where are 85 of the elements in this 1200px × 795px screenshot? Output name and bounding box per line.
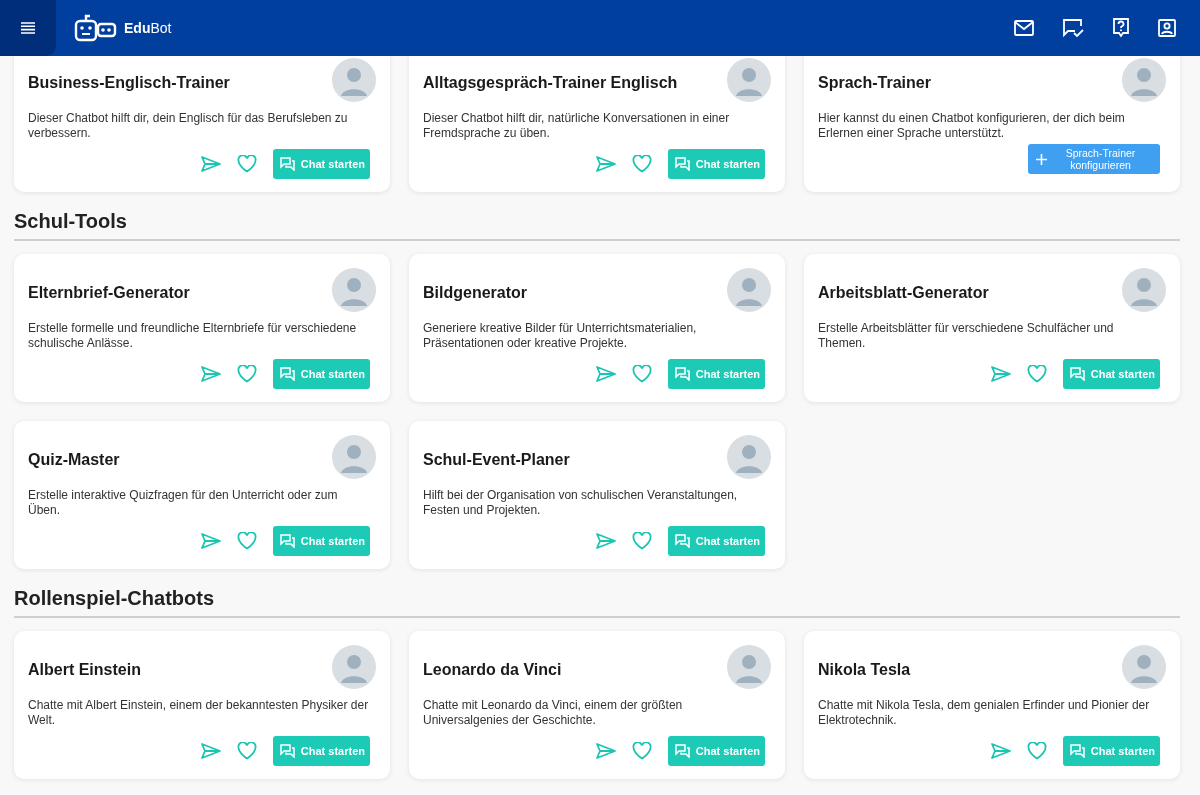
card-title: Alltagsgespräch-Trainer Englisch: [423, 74, 678, 92]
chat-icon: [674, 744, 690, 758]
card-title: Quiz-Master: [28, 451, 120, 469]
send-icon[interactable]: [990, 743, 1011, 759]
card-description: Hier kannst du einen Chatbot konfigurieren, der dich beim Erlernen einer Sprache unterstützt.: [818, 111, 1126, 140]
chat-icon: [279, 744, 295, 758]
heart-icon[interactable]: [631, 532, 652, 550]
avatar-placeholder: [727, 268, 771, 312]
avatar-placeholder: [1122, 645, 1166, 689]
send-icon[interactable]: [595, 156, 616, 172]
avatar-placeholder: [332, 268, 376, 312]
avatar-placeholder: [332, 435, 376, 479]
chat-icon: [1069, 367, 1085, 381]
send-icon[interactable]: [595, 533, 616, 549]
heart-icon[interactable]: [631, 742, 652, 760]
chat-start-button[interactable]: Chat starten: [272, 526, 370, 556]
help-icon[interactable]: [1112, 18, 1130, 38]
avatar-placeholder: [332, 645, 376, 689]
chat-start-button[interactable]: Chat starten: [667, 526, 765, 556]
chat-start-button[interactable]: Chat starten: [1062, 736, 1160, 766]
card-description: Erstelle Arbeitsblätter für verschiedene Schulfächer und Themen.: [818, 321, 1115, 350]
card-title: Arbeitsblatt-Generator: [818, 284, 989, 302]
card-description: Dieser Chatbot hilft dir, natürliche Konversationen in einer Fremdsprache zu üben.: [423, 111, 731, 140]
mail-icon[interactable]: [1014, 20, 1034, 36]
chat-icon: [674, 157, 690, 171]
card-title: Bildgenerator: [423, 284, 527, 302]
menu-button[interactable]: [0, 0, 56, 56]
card-title: Elternbrief-Generator: [28, 284, 190, 302]
avatar-placeholder: [727, 645, 771, 689]
chat-start-button[interactable]: Chat starten: [272, 736, 370, 766]
heart-icon[interactable]: [631, 365, 652, 383]
chat-icon: [279, 367, 295, 381]
avatar-placeholder: [727, 435, 771, 479]
heart-icon[interactable]: [236, 742, 257, 760]
card-title: Business-Englisch-Trainer: [28, 74, 230, 92]
card-description: Chatte mit Leonardo da Vinci, einem der größten Universalgenies der Geschichte.: [423, 698, 684, 727]
avatar-placeholder: [1122, 58, 1166, 102]
chat-icon: [1069, 744, 1085, 758]
card-description: Chatte mit Nikola Tesla, dem genialen Erfinder und Pionier der Elektrotechnik.: [818, 698, 1151, 727]
robot-logo-icon: [74, 13, 118, 43]
card-description: Erstelle formelle und freundliche Elternbriefe für verschiedene schulische Anlässe.: [28, 321, 358, 350]
configure-button[interactable]: Sprach-Trainer konfigurieren: [1028, 144, 1160, 174]
chat-icon: [674, 534, 690, 548]
send-icon[interactable]: [595, 366, 616, 382]
chat-check-icon[interactable]: [1062, 18, 1084, 38]
card-title: Schul-Event-Planer: [423, 451, 570, 469]
card-description: Hilft bei der Organisation von schulischen Veranstaltungen, Festen und Projekten.: [423, 488, 739, 517]
card-title: Leonardo da Vinci: [423, 661, 562, 679]
chat-start-button[interactable]: Chat starten: [667, 149, 765, 179]
card-title: Sprach-Trainer: [818, 74, 931, 92]
avatar-placeholder: [1122, 268, 1166, 312]
chat-start-button[interactable]: Chat starten: [272, 359, 370, 389]
chat-icon: [279, 534, 295, 548]
send-icon[interactable]: [200, 533, 221, 549]
plus-icon: [1036, 153, 1047, 165]
chat-icon: [674, 367, 690, 381]
heart-icon[interactable]: [236, 155, 257, 173]
logo-text: EduBot: [124, 20, 172, 36]
heart-icon[interactable]: [1026, 742, 1047, 760]
heart-icon[interactable]: [236, 532, 257, 550]
chat-start-button[interactable]: Chat starten: [272, 149, 370, 179]
card-description: Dieser Chatbot hilft dir, dein Englisch für das Berufsleben zu verbessern.: [28, 111, 349, 140]
send-icon[interactable]: [990, 366, 1011, 382]
card-title: Albert Einstein: [28, 661, 141, 679]
avatar-placeholder: [727, 58, 771, 102]
chat-start-button[interactable]: Chat starten: [1062, 359, 1160, 389]
heart-icon[interactable]: [631, 155, 652, 173]
heart-icon[interactable]: [236, 365, 257, 383]
card-description: Erstelle interaktive Quizfragen für den Unterricht oder zum Üben.: [28, 488, 339, 517]
card-title: Nikola Tesla: [818, 661, 911, 679]
section-heading: Schul-Tools: [14, 210, 1180, 241]
send-icon[interactable]: [200, 366, 221, 382]
card-description: Chatte mit Albert Einstein, einem der bekanntesten Physiker der Welt.: [28, 698, 370, 727]
profile-icon[interactable]: [1158, 19, 1176, 37]
send-icon[interactable]: [200, 156, 221, 172]
heart-icon[interactable]: [1026, 365, 1047, 383]
menu-icon: [20, 21, 36, 35]
chat-start-button[interactable]: Chat starten: [667, 359, 765, 389]
chat-icon: [279, 157, 295, 171]
chat-start-button[interactable]: Chat starten: [667, 736, 765, 766]
card-description: Generiere kreative Bilder für Unterrichtsmaterialien, Präsentationen oder kreative Projekte.: [423, 321, 698, 350]
avatar-placeholder: [332, 58, 376, 102]
send-icon[interactable]: [200, 743, 221, 759]
section-heading: Rollenspiel-Chatbots: [14, 587, 1180, 618]
send-icon[interactable]: [595, 743, 616, 759]
